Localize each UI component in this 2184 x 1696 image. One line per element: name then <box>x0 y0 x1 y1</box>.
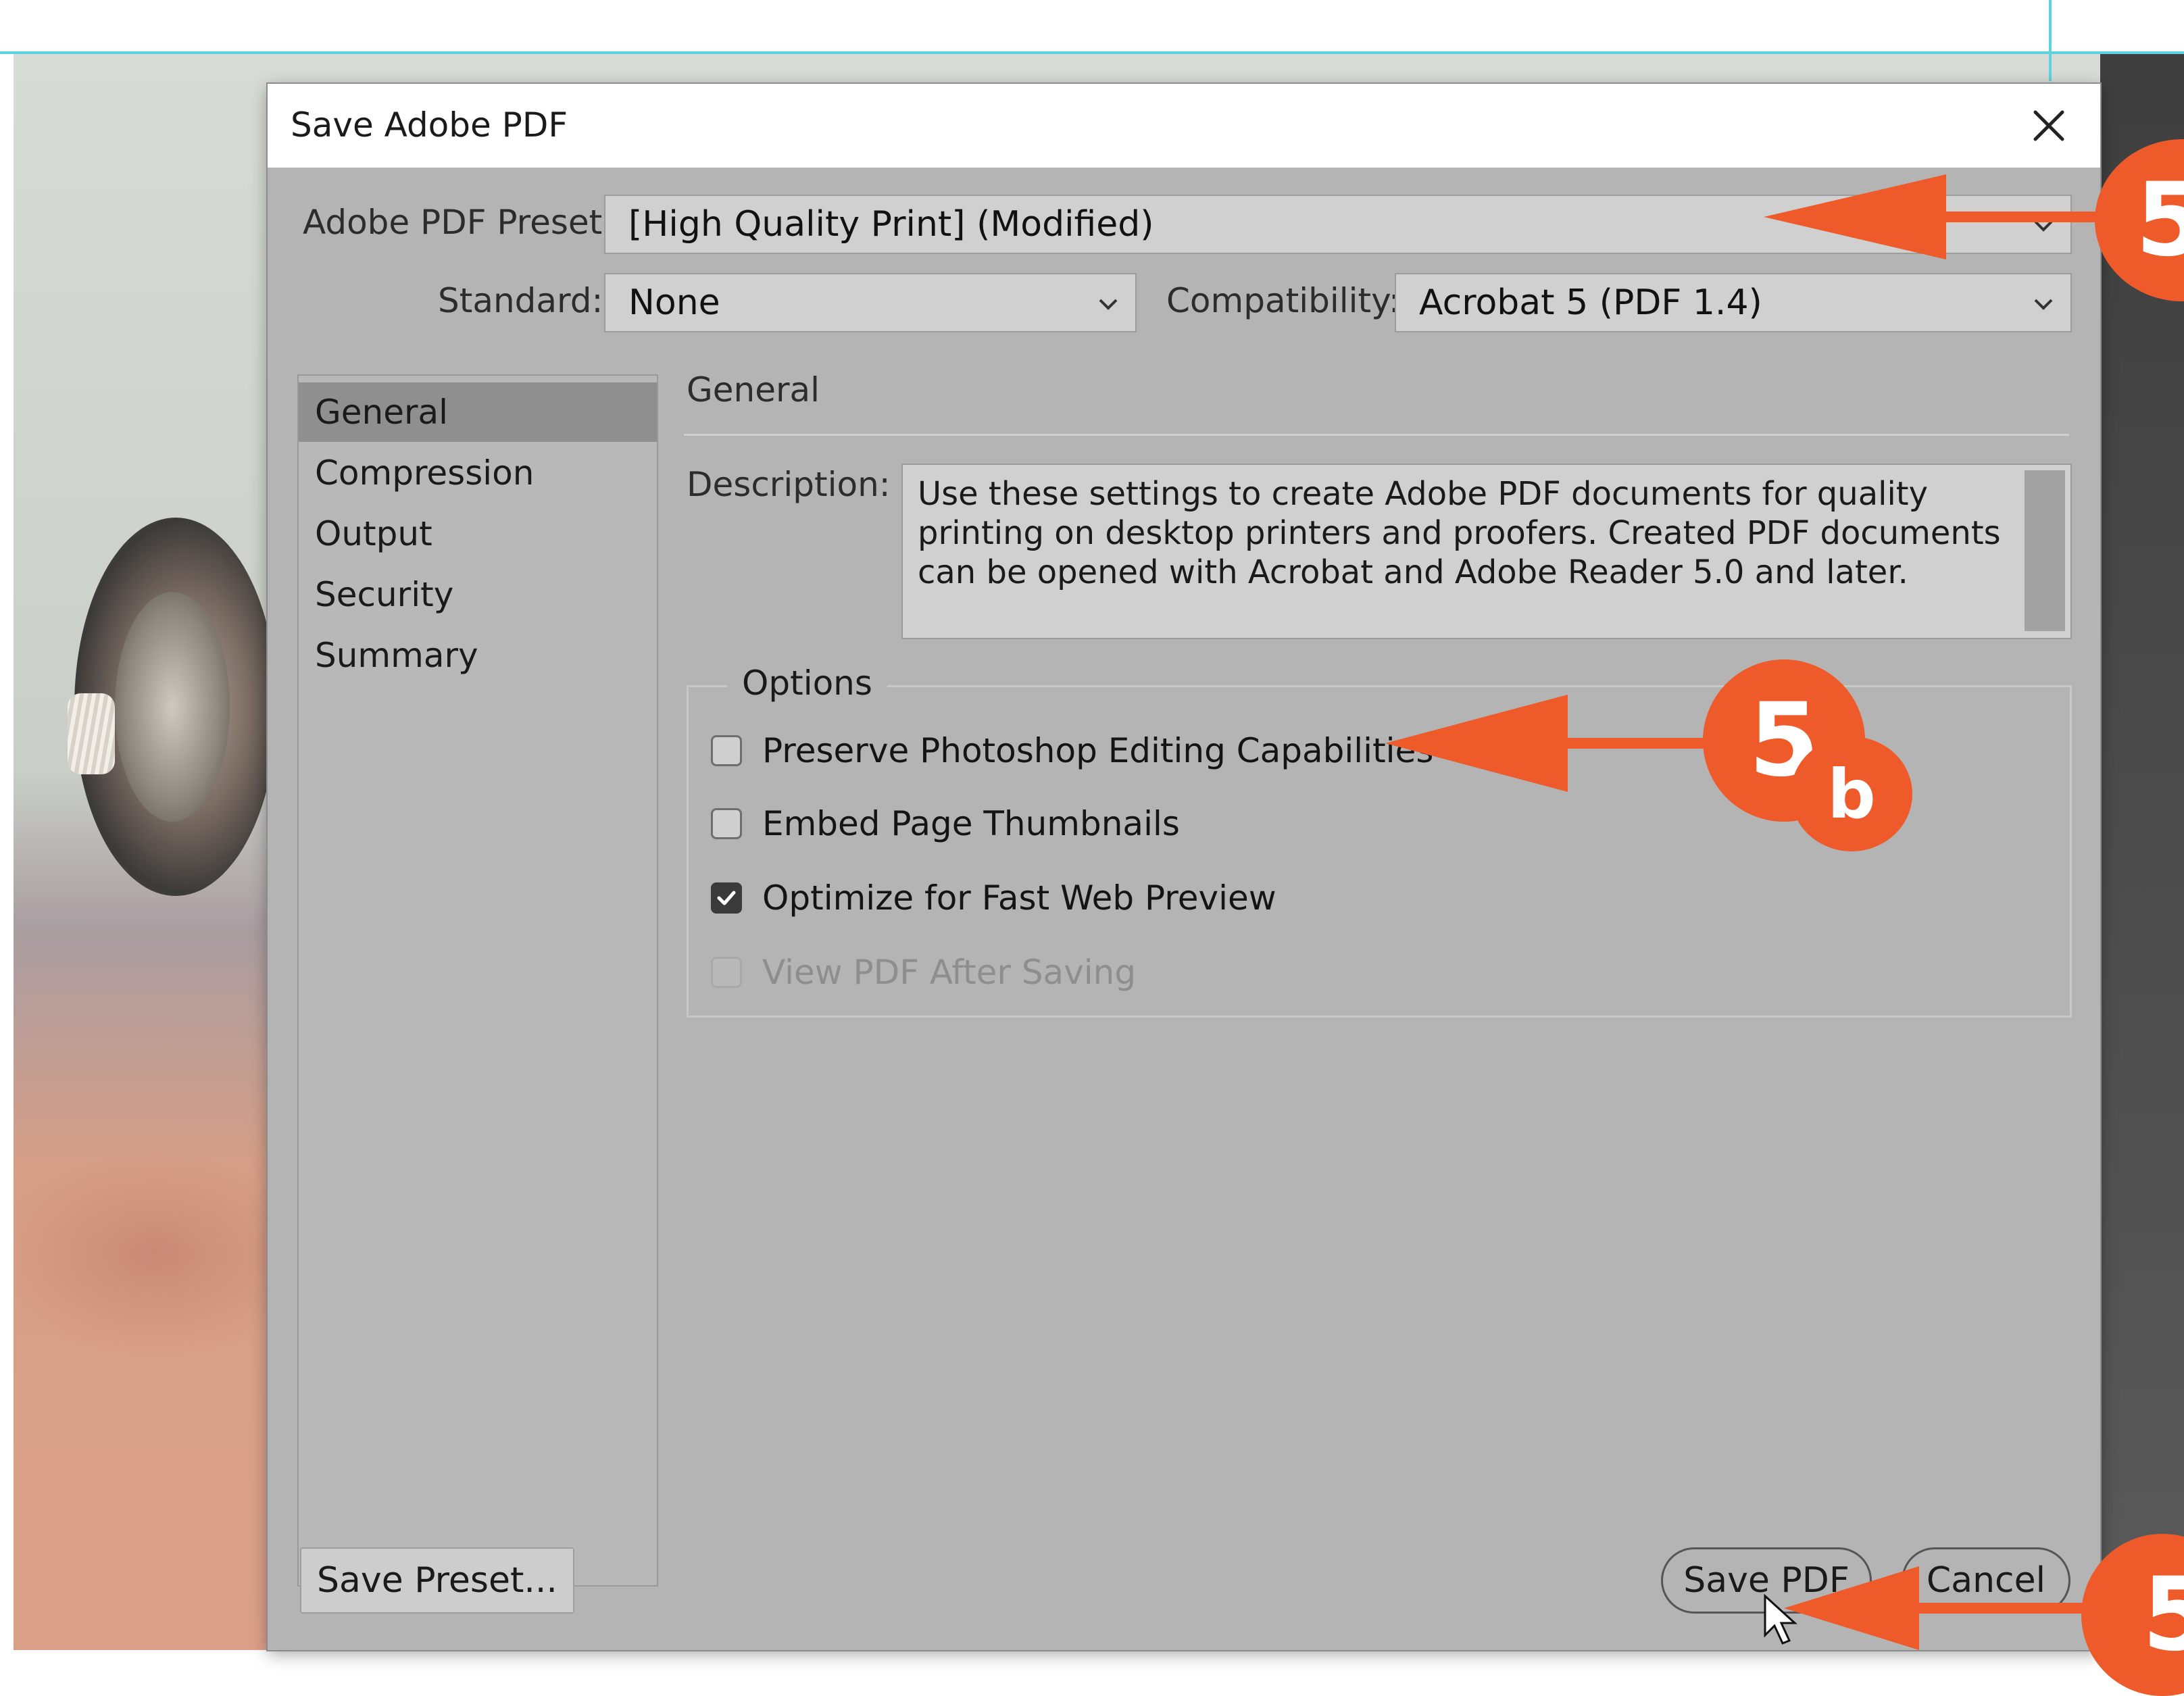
close-icon <box>2033 110 2064 141</box>
guide-line-vertical <box>2049 0 2052 81</box>
dialog-title: Save Adobe PDF <box>291 105 568 145</box>
chevron-down-icon <box>2034 220 2053 232</box>
checkbox-preserve-editing[interactable] <box>711 735 742 766</box>
preset-select-value: [High Quality Print] (Modified) <box>628 204 1154 245</box>
photo-thread <box>68 693 115 774</box>
sidebar-item-general[interactable]: General <box>299 382 657 442</box>
preset-label: Adobe PDF Preset: <box>303 203 614 242</box>
option-preserve-editing[interactable]: Preserve Photoshop Editing Capabilities <box>711 727 1433 774</box>
standard-label: Standard: <box>438 281 603 320</box>
checkmark-icon <box>717 891 736 905</box>
checkbox-embed-thumbnails[interactable] <box>711 808 742 839</box>
description-scrollbar[interactable] <box>2025 470 2065 631</box>
option-label: Preserve Photoshop Editing Capabilities <box>762 731 1434 770</box>
panel-heading: General <box>687 370 820 409</box>
standard-select-value: None <box>628 282 720 323</box>
compatibility-label: Compatibility: <box>1166 281 1400 320</box>
guide-line-horizontal <box>0 51 2184 54</box>
option-label: Embed Page Thumbnails <box>762 804 1180 843</box>
description-label: Description: <box>687 465 891 504</box>
option-label: Optimize for Fast Web Preview <box>762 878 1276 918</box>
sidebar-item-security[interactable]: Security <box>299 565 657 624</box>
option-fast-web-preview[interactable]: Optimize for Fast Web Preview <box>711 874 1276 922</box>
compatibility-select-value: Acrobat 5 (PDF 1.4) <box>1419 282 1762 323</box>
compatibility-select[interactable]: Acrobat 5 (PDF 1.4) <box>1395 273 2072 332</box>
sidebar-item-output[interactable]: Output <box>299 504 657 564</box>
checkbox-view-pdf-after-saving <box>711 957 742 988</box>
callout-badge-mid-sub: b <box>1791 737 1912 851</box>
description-textbox[interactable]: Use these settings to create Adobe PDF d… <box>901 464 2072 639</box>
chevron-down-icon <box>1099 299 1118 310</box>
description-text: Use these settings to create Adobe PDF d… <box>918 475 2001 591</box>
preset-select[interactable]: [High Quality Print] (Modified) <box>604 195 2072 254</box>
photo-metal-ring-inner <box>115 592 230 822</box>
option-view-pdf-after-saving: View PDF After Saving <box>711 949 1136 996</box>
checkbox-fast-web-preview[interactable] <box>711 882 742 914</box>
dialog-titlebar: Save Adobe PDF <box>268 84 2100 168</box>
save-adobe-pdf-dialog: Save Adobe PDF Adobe PDF Preset: [High Q… <box>268 84 2100 1650</box>
option-label: View PDF After Saving <box>762 953 1137 992</box>
option-embed-thumbnails[interactable]: Embed Page Thumbnails <box>711 800 1180 847</box>
save-pdf-button[interactable]: Save PDF <box>1661 1547 1872 1614</box>
save-preset-button[interactable]: Save Preset... <box>300 1547 574 1614</box>
options-legend: Options <box>727 664 887 703</box>
cancel-button[interactable]: Cancel <box>1902 1547 2070 1614</box>
chevron-down-icon <box>2034 299 2053 310</box>
standard-select[interactable]: None <box>604 273 1137 332</box>
close-button[interactable] <box>2022 99 2076 153</box>
sidebar-item-compression[interactable]: Compression <box>299 443 657 503</box>
settings-category-list: General Compression Output Security Summ… <box>297 374 658 1587</box>
panel-divider <box>684 434 2069 436</box>
sidebar-item-summary[interactable]: Summary <box>299 626 657 685</box>
